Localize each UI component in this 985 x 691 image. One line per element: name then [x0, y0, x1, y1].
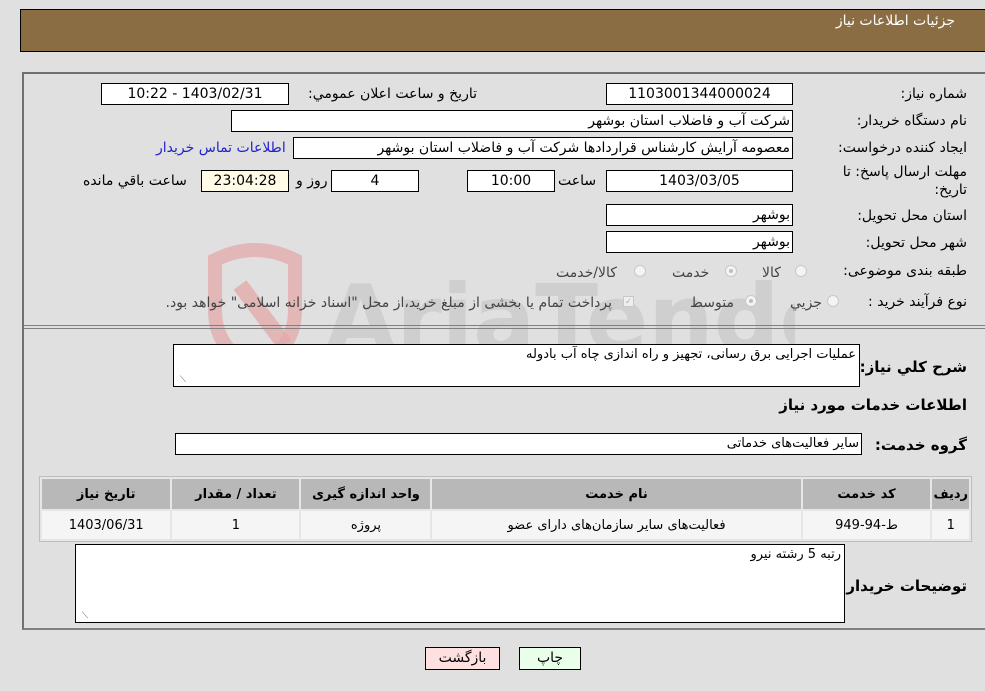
description-textarea[interactable]: عملیات اجرایی برق رسانی، تجهیز و راه اند… [173, 344, 860, 387]
purchase-option-minor: جزيي [790, 295, 822, 311]
purchase-radio-minor[interactable] [827, 295, 839, 307]
announce-datetime-label: تاریخ و ساعت اعلان عمومي: [308, 86, 477, 102]
buyer-contact-link[interactable]: اطلاعات تماس خریدار [156, 140, 286, 156]
category-option-goods: کالا [762, 265, 781, 281]
category-radio-service[interactable] [725, 265, 737, 277]
cell-unit: پروژه [299, 509, 433, 541]
services-section-title: اطلاعات خدمات مورد نیاز [779, 396, 967, 414]
col-header-unit: واحد اندازه گیری [299, 477, 433, 511]
category-option-service: خدمت [672, 265, 710, 281]
remaining-time-field: 23:04:28 [201, 170, 289, 192]
buyer-notes-text: رتبه 5 رشته نیرو [750, 547, 841, 562]
col-header-quantity: تعداد / مقدار [170, 477, 302, 511]
buyer-org-label: نام دستگاه خریدار: [856, 113, 967, 129]
deadline-date-field: 1403/03/05 [606, 170, 793, 192]
category-radio-goods[interactable] [795, 265, 807, 277]
buyer-notes-label: توضیحات خریدار: [840, 577, 967, 595]
table-row: 1 ط-94-949 فعالیت‌های سایر سازمان‌های دا… [39, 509, 971, 541]
creator-label: ایجاد کننده درخواست: [838, 140, 967, 156]
deadline-label-line1: مهلت ارسال پاسخ: تا [842, 164, 967, 180]
col-header-service-name: نام خدمت [430, 477, 803, 511]
table-header-row: ردیف کد خدمت نام خدمت واحد اندازه گیری ت… [39, 477, 971, 511]
province-label: استان محل تحویل: [857, 208, 967, 224]
cell-service-code: ط-94-949 [800, 509, 933, 541]
col-header-service-code: کد خدمت [800, 477, 933, 511]
deadline-time-field: 10:00 [467, 170, 555, 192]
resize-grip-icon[interactable]: ⟋ [78, 611, 88, 621]
announce-datetime-field: 1403/02/31 - 10:22 [101, 83, 289, 105]
deadline-time-label: ساعت [558, 173, 597, 189]
city-label: شهر محل تحویل: [865, 235, 967, 251]
divider [24, 328, 985, 329]
remaining-time-label: ساعت باقي مانده [83, 173, 187, 189]
cell-need-date: 1403/06/31 [39, 509, 173, 541]
remaining-days-field: 4 [331, 170, 419, 192]
cell-row-number: 1 [930, 509, 971, 541]
cell-quantity: 1 [170, 509, 302, 541]
category-label: طبقه بندی موضوعی: [843, 263, 967, 279]
buyer-notes-textarea[interactable]: رتبه 5 رشته نیرو ⟋ [75, 544, 845, 623]
description-label: شرح کلي نیاز: [859, 358, 967, 376]
cell-service-name: فعالیت‌های سایر سازمان‌های دارای عضو [430, 509, 803, 541]
divider [24, 325, 985, 326]
purchase-type-label: نوع فرآیند خرید : [868, 294, 967, 310]
service-group-label: گروه خدمت: [874, 436, 967, 454]
need-number-label: شماره نیاز: [900, 86, 968, 102]
deadline-label-line2: تاریخ: [934, 182, 967, 198]
page-title: جزئیات اطلاعات نیاز [835, 13, 955, 29]
purchase-radio-medium[interactable] [745, 295, 757, 307]
buyer-org-field: شرکت آب و فاضلاب استان بوشهر [231, 110, 793, 132]
service-group-field: سایر فعالیت‌های خدماتی [175, 433, 862, 455]
col-header-need-date: تاریخ نیاز [39, 477, 173, 511]
category-radio-goods-service[interactable] [634, 265, 646, 277]
description-text: عملیات اجرایی برق رسانی، تجهیز و راه اند… [526, 347, 856, 362]
col-header-row-number: ردیف [930, 477, 971, 511]
services-table: ردیف کد خدمت نام خدمت واحد اندازه گیری ت… [39, 477, 971, 541]
purchase-option-medium: متوسط [690, 295, 734, 311]
treasury-note: پرداخت تمام یا بخشی از مبلغ خرید،از محل … [165, 295, 612, 311]
province-field: بوشهر [606, 204, 793, 226]
city-field: بوشهر [606, 231, 793, 253]
need-number-field: 1103001344000024 [606, 83, 793, 105]
back-button[interactable]: بازگشت [425, 647, 500, 670]
creator-field: معصومه آرایش کارشناس قراردادها شرکت آب و… [293, 137, 793, 159]
category-option-goods-service: کالا/خدمت [556, 265, 617, 281]
print-button[interactable]: چاپ [519, 647, 581, 670]
resize-grip-icon[interactable]: ⟋ [176, 375, 186, 385]
days-label: روز و [296, 173, 328, 189]
treasury-checkbox[interactable]: ✓ [623, 296, 634, 307]
services-table-wrap: ردیف کد خدمت نام خدمت واحد اندازه گیری ت… [39, 476, 972, 542]
